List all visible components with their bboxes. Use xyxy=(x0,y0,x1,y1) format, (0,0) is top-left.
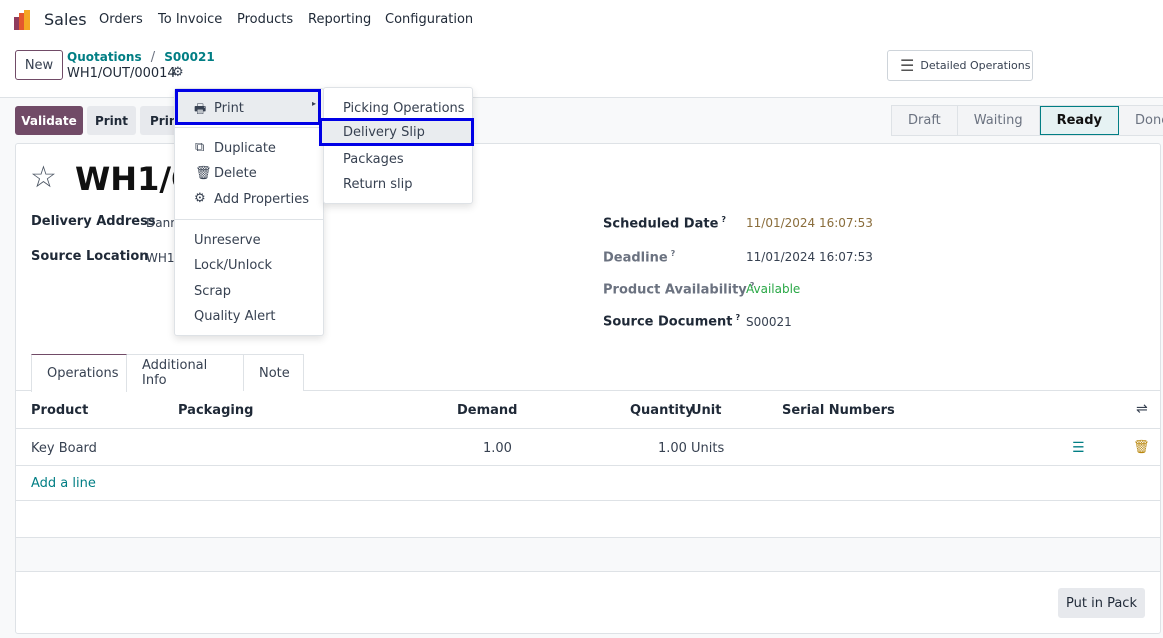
nav-configuration[interactable]: Configuration xyxy=(385,12,473,27)
detailed-operations-label: Detailed Operations xyxy=(920,59,1031,72)
row-divider xyxy=(16,500,1160,501)
divider xyxy=(175,219,323,220)
submenu-packages[interactable]: Packages xyxy=(343,152,404,167)
tab-additional-info[interactable]: Additional Info xyxy=(127,354,244,391)
availability-label: Product Availability? xyxy=(603,281,755,298)
row-demand[interactable]: 1.00 xyxy=(483,441,512,456)
trash-icon[interactable]: 🗑 xyxy=(1133,440,1150,455)
print-button[interactable]: Print xyxy=(87,106,136,135)
submenu-return-slip[interactable]: Return slip xyxy=(343,177,413,192)
menu-delete[interactable]: Delete xyxy=(214,166,257,181)
source-document-label: Source Document? xyxy=(603,313,741,330)
action-menu: 🖶 Print ▸ ⧉ Duplicate 🗑 Delete ⚙ Add Pro… xyxy=(174,88,324,336)
top-navbar: Sales Orders To Invoice Products Reporti… xyxy=(0,0,1163,40)
nav-products[interactable]: Products xyxy=(237,12,293,27)
record-name: WH1/OUT/00014 xyxy=(67,66,176,81)
submenu-delivery-slip[interactable]: Delivery Slip xyxy=(319,118,474,146)
scheduled-date-value[interactable]: 11/01/2024 16:07:53 xyxy=(746,216,873,230)
menu-duplicate[interactable]: Duplicate xyxy=(214,141,276,156)
breadcrumb: Quotations / S00021 xyxy=(67,50,215,65)
app-logo-icon xyxy=(14,10,30,30)
col-product[interactable]: Product xyxy=(31,403,88,418)
add-line-link[interactable]: Add a line xyxy=(31,476,96,491)
menu-print[interactable]: 🖶 Print ▸ xyxy=(175,89,321,125)
deadline-value[interactable]: 11/01/2024 16:07:53 xyxy=(746,250,873,264)
divider xyxy=(175,127,323,128)
printer-icon: 🖶 xyxy=(194,102,207,117)
row-product[interactable]: Key Board xyxy=(31,441,97,456)
submenu-picking-operations[interactable]: Picking Operations xyxy=(343,101,465,116)
detailed-operations-button[interactable]: ☰ Detailed Operations xyxy=(887,50,1033,81)
nav-orders[interactable]: Orders xyxy=(99,12,143,27)
cogs-icon: ⚙ xyxy=(194,191,206,206)
menu-print-label: Print xyxy=(214,101,244,116)
menu-add-properties[interactable]: Add Properties xyxy=(214,192,309,207)
col-packaging[interactable]: Packaging xyxy=(178,403,253,418)
menu-quality-alert[interactable]: Quality Alert xyxy=(194,309,276,324)
list-icon: ☰ xyxy=(900,56,915,75)
star-icon[interactable]: ☆ xyxy=(30,160,57,195)
new-button[interactable]: New xyxy=(15,50,63,80)
deadline-label: Deadline? xyxy=(603,249,676,266)
column-settings-icon[interactable]: ⇌ xyxy=(1136,401,1148,417)
row-unit[interactable]: Units xyxy=(691,441,724,456)
source-document-value[interactable]: S00021 xyxy=(746,315,792,329)
scheduled-date-label: Scheduled Date? xyxy=(603,215,727,232)
trash-icon: 🗑 xyxy=(195,166,212,181)
availability-value: Available xyxy=(746,282,801,296)
tab-operations[interactable]: Operations xyxy=(31,354,127,392)
source-location-value[interactable]: WH1 xyxy=(146,251,175,265)
status-bar: Draft Waiting Ready Done xyxy=(891,105,1163,136)
col-serial-numbers[interactable]: Serial Numbers xyxy=(782,403,895,418)
empty-row xyxy=(16,537,1160,572)
app-name[interactable]: Sales xyxy=(44,10,87,29)
stage-draft[interactable]: Draft xyxy=(892,106,958,135)
gear-icon[interactable]: ⚙ xyxy=(172,65,184,80)
menu-scrap[interactable]: Scrap xyxy=(194,284,231,299)
row-quantity[interactable]: 1.00 xyxy=(658,441,687,456)
caret-right-icon: ▸ xyxy=(312,99,317,108)
stage-ready[interactable]: Ready xyxy=(1039,106,1119,135)
put-in-pack-button[interactable]: Put in Pack xyxy=(1058,588,1145,618)
validate-button[interactable]: Validate xyxy=(15,106,83,135)
col-quantity[interactable]: Quantity xyxy=(630,403,694,418)
breadcrumb-quotations[interactable]: Quotations xyxy=(67,50,142,64)
row-divider xyxy=(16,428,1160,429)
delivery-address-label: Delivery Address xyxy=(31,214,156,229)
col-unit[interactable]: Unit xyxy=(691,403,721,418)
stage-done[interactable]: Done xyxy=(1119,106,1163,135)
copy-icon: ⧉ xyxy=(195,140,205,155)
source-location-label: Source Location xyxy=(31,249,149,264)
menu-lock-unlock[interactable]: Lock/Unlock xyxy=(194,258,272,273)
stage-waiting[interactable]: Waiting xyxy=(958,106,1040,135)
menu-unreserve[interactable]: Unreserve xyxy=(194,233,261,248)
tab-note[interactable]: Note xyxy=(244,354,304,391)
nav-reporting[interactable]: Reporting xyxy=(308,12,371,27)
row-divider xyxy=(16,465,1160,466)
breadcrumb-order[interactable]: S00021 xyxy=(164,50,214,64)
submenu-delivery-slip-label: Delivery Slip xyxy=(343,125,425,140)
detail-list-icon[interactable]: ☰ xyxy=(1072,440,1085,456)
col-demand[interactable]: Demand xyxy=(457,403,518,418)
nav-to-invoice[interactable]: To Invoice xyxy=(158,12,222,27)
